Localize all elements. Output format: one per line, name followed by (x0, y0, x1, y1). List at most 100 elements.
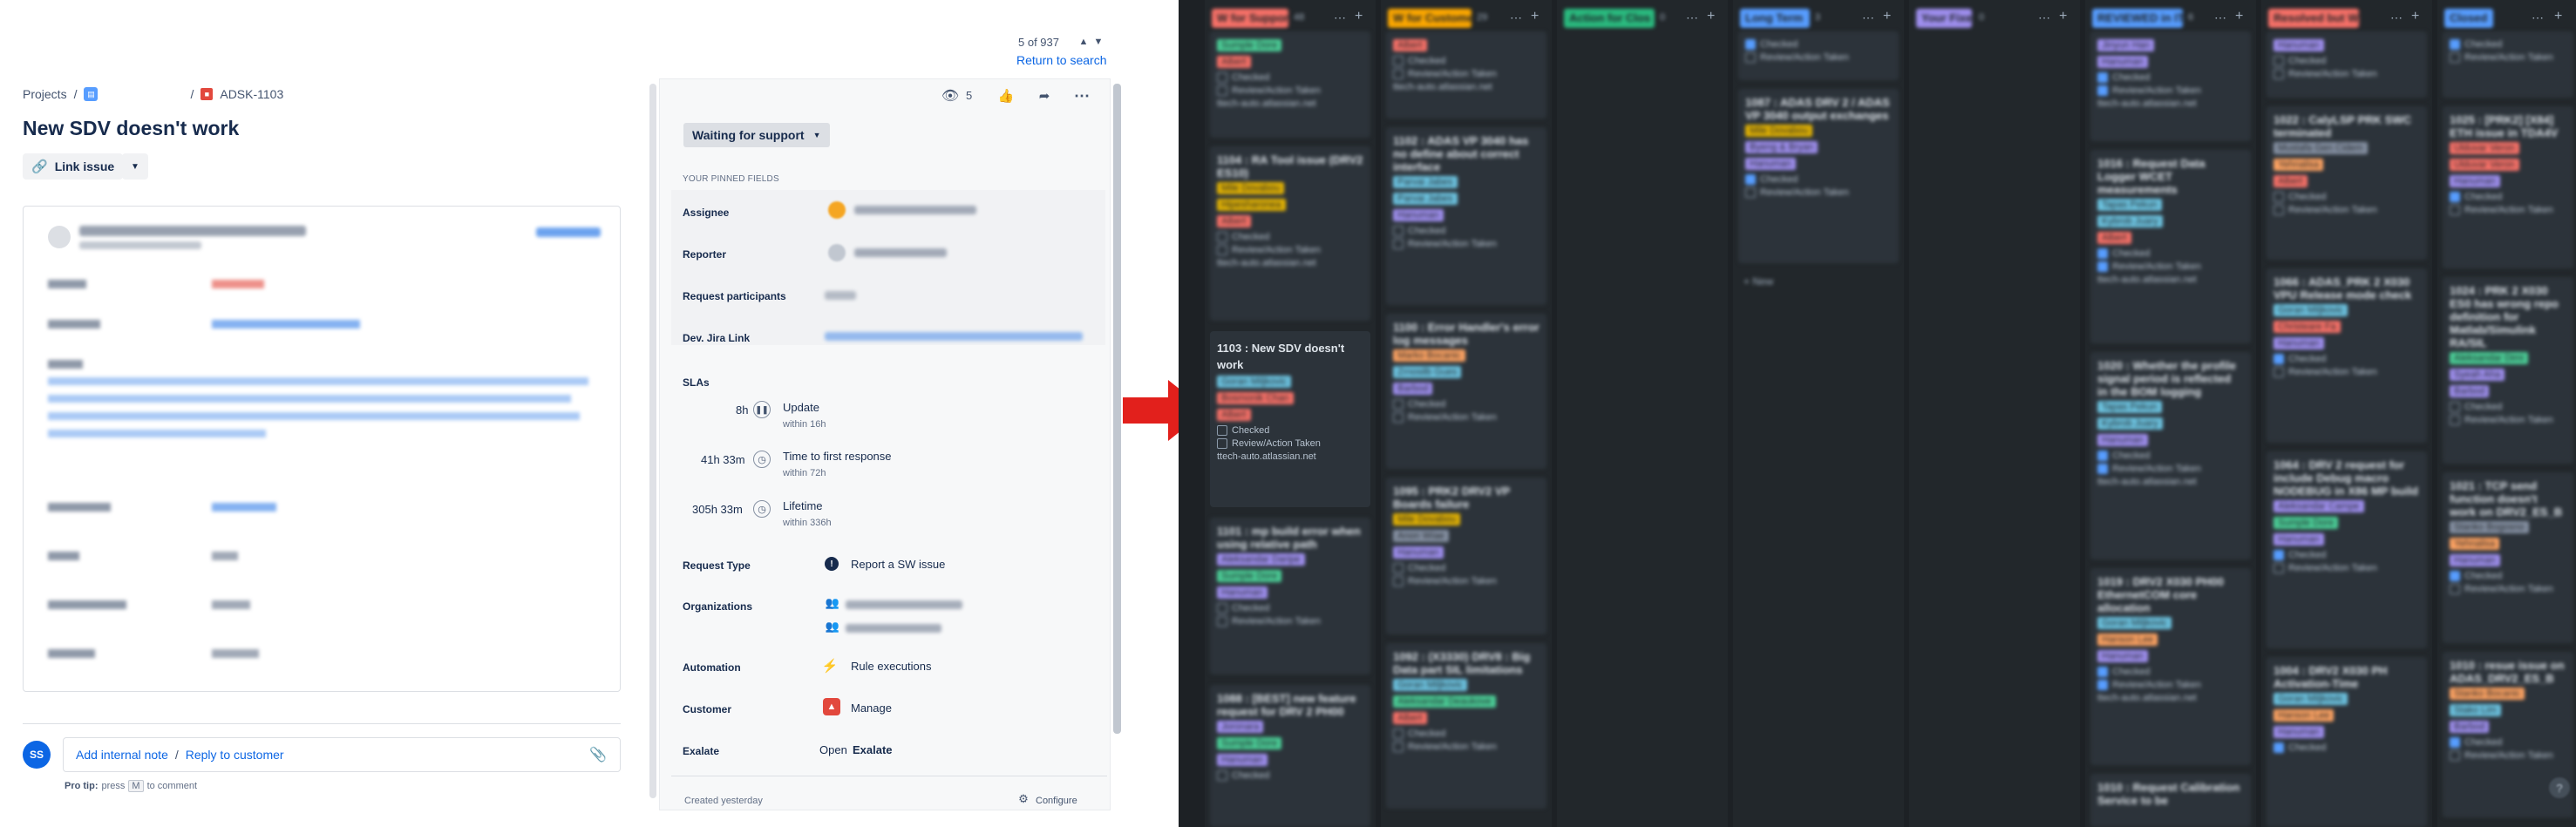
checklist-item[interactable]: Checked (2097, 72, 2244, 83)
checkbox[interactable] (2450, 39, 2460, 50)
add-icon[interactable]: + (2411, 9, 2419, 24)
checkbox[interactable] (2097, 464, 2108, 474)
checkbox[interactable] (1745, 39, 1756, 50)
checkbox[interactable] (1745, 174, 1756, 185)
kanban-card[interactable]: 1016 : Request Data Logger WCET measurem… (2090, 150, 2251, 343)
checkbox[interactable] (1393, 576, 1404, 586)
column-header[interactable]: W for Custome (1388, 9, 1472, 28)
reporter-value[interactable] (854, 248, 947, 257)
checklist-item[interactable]: Checked (2274, 192, 2420, 202)
card-url[interactable]: ttech-auto.atlassian.net (2097, 275, 2244, 285)
scrollbar[interactable] (649, 84, 656, 798)
checklist-item[interactable]: Checked (2097, 248, 2244, 259)
checklist-item[interactable]: Review/Action Taken (1217, 85, 1363, 96)
more-options-icon[interactable]: ⋯ (1510, 10, 1522, 25)
checkbox[interactable] (1217, 603, 1227, 613)
checklist-item[interactable]: Checked (2274, 354, 2420, 364)
checkbox[interactable] (1393, 239, 1404, 249)
checkbox[interactable] (1393, 226, 1404, 236)
checkbox[interactable] (2450, 192, 2460, 202)
attachment-icon[interactable]: 📎 (589, 746, 607, 763)
checkbox[interactable] (2274, 56, 2284, 66)
checklist-item[interactable]: Review/Action Taken (2450, 750, 2566, 761)
checkbox[interactable] (2274, 550, 2284, 560)
checklist-item[interactable]: Checked (2450, 402, 2566, 412)
kanban-card[interactable]: 1019 : DRV2 X030 PH00 EthernetCOM core a… (2090, 568, 2251, 765)
checkbox[interactable] (2097, 72, 2108, 83)
checkbox[interactable] (2450, 584, 2460, 594)
add-icon[interactable]: + (1531, 9, 1539, 24)
checklist-item[interactable]: Checked (1217, 603, 1363, 613)
checklist-item[interactable]: Review/Action Taken (2274, 205, 2420, 215)
help-icon[interactable]: ? (2549, 777, 2570, 798)
checklist-item[interactable]: Checked (1393, 226, 1539, 236)
checklist-item[interactable]: Review/Action Taken (2450, 52, 2566, 63)
more-options-icon[interactable]: ⋯ (2532, 10, 2544, 25)
kanban-card[interactable]: 1004 : DRV2 X030 PH Activation-Time Gora… (2267, 657, 2427, 827)
reply-to-customer-link[interactable]: Reply to customer (186, 748, 284, 762)
column-header[interactable]: Action for Clos (1564, 9, 1655, 28)
checklist-item[interactable]: Checked (1393, 399, 1539, 410)
thumbs-up-icon[interactable]: 👍 (997, 87, 1015, 105)
checklist-item[interactable]: Review/Action Taken (2097, 261, 2244, 272)
eye-icon[interactable]: 👁 (941, 87, 959, 105)
gear-icon[interactable]: ⚙ (1016, 792, 1030, 806)
checklist-item[interactable]: Checked (1217, 72, 1363, 83)
column-header[interactable]: Closed (2444, 9, 2493, 28)
checklist-item[interactable]: Checked (2450, 737, 2566, 748)
kanban-card[interactable]: 1092 : (X3330) DRV8 : Big Data part SIL … (1386, 643, 1546, 809)
checklist-item[interactable]: Review/Action Taken (1393, 576, 1539, 586)
chevron-down-icon[interactable]: ▼ (1092, 35, 1104, 49)
checklist-item[interactable]: Checked (2274, 56, 2420, 66)
checklist-item[interactable]: Review/Action Taken (2450, 205, 2566, 215)
checkbox[interactable] (1217, 425, 1227, 436)
chevron-up-icon[interactable]: ▲ (1077, 35, 1090, 49)
checklist-item[interactable]: Checked (2097, 451, 2244, 461)
checkbox[interactable] (2274, 367, 2284, 377)
checkbox[interactable] (1393, 563, 1404, 573)
request-participants-value[interactable] (825, 291, 856, 300)
kanban-card[interactable]: 1066 : ADAS_PRK 2 X030 VPU Release mode … (2267, 268, 2427, 443)
column-header[interactable]: Long Term (1740, 9, 1810, 28)
checkbox[interactable] (2450, 415, 2460, 425)
kanban-card[interactable]: 1100 : Error Handler's error log message… (1386, 314, 1546, 469)
organization-value[interactable] (846, 600, 962, 609)
scrollbar[interactable] (1113, 84, 1121, 734)
card-url[interactable]: ttech-auto.atlassian.net (2097, 98, 2244, 109)
checklist-item[interactable]: Review/Action Taken (1217, 438, 1363, 449)
card-url[interactable]: ttech-auto.atlassian.net (2097, 477, 2244, 487)
checklist-item[interactable]: Checked (1393, 563, 1539, 573)
checklist-item[interactable]: Review/Action Taken (2450, 415, 2566, 425)
add-icon[interactable]: + (2059, 9, 2067, 24)
checkbox[interactable] (1393, 56, 1404, 66)
checkbox[interactable] (2097, 261, 2108, 272)
request-type-value[interactable]: Report a SW issue (851, 558, 945, 571)
checklist-item[interactable]: Checked (2097, 667, 2244, 677)
checkbox[interactable] (2450, 750, 2460, 761)
checklist-item[interactable]: Checked (1745, 39, 1892, 50)
add-icon[interactable]: + (1707, 9, 1715, 24)
kanban-card[interactable]: 1095 : PRK2 DRV2 VP Boards failure Mile … (1386, 478, 1546, 634)
checkbox[interactable] (1217, 245, 1227, 255)
checklist-item[interactable]: Review/Action Taken (2097, 85, 2244, 96)
checkbox[interactable] (1393, 412, 1404, 423)
more-options-icon[interactable]: ⋯ (1862, 10, 1874, 25)
checklist-item[interactable]: Review/Action Taken (1745, 52, 1892, 63)
customer-value[interactable]: Manage (851, 702, 892, 715)
more-options-icon[interactable]: ⋯ (2214, 10, 2226, 25)
checklist-item[interactable]: Review/Action Taken (1217, 245, 1363, 255)
checklist-item[interactable]: Review/Action Taken (2274, 563, 2420, 573)
kanban-card[interactable]: 1022 : CalyLSP PRK SWC terminated Mustaf… (2267, 106, 2427, 260)
checklist-item[interactable]: Checked (2450, 571, 2566, 581)
card-url[interactable]: ttech-auto.atlassian.net (1217, 258, 1363, 268)
checklist-item[interactable]: Review/Action Taken (1393, 69, 1539, 79)
kanban-card[interactable]: 1010 : Request Calibration Service to be (2090, 774, 2251, 827)
add-icon[interactable]: + (2554, 9, 2562, 24)
checkbox[interactable] (2274, 192, 2284, 202)
issue-title[interactable]: New SDV doesn't work (23, 117, 239, 140)
project-icon[interactable]: ▤ (84, 87, 99, 101)
more-options-icon[interactable]: ⋯ (2038, 10, 2050, 25)
more-options-icon[interactable]: ⋯ (2390, 10, 2403, 25)
view-details-link[interactable] (536, 227, 601, 237)
checkbox[interactable] (1217, 85, 1227, 96)
